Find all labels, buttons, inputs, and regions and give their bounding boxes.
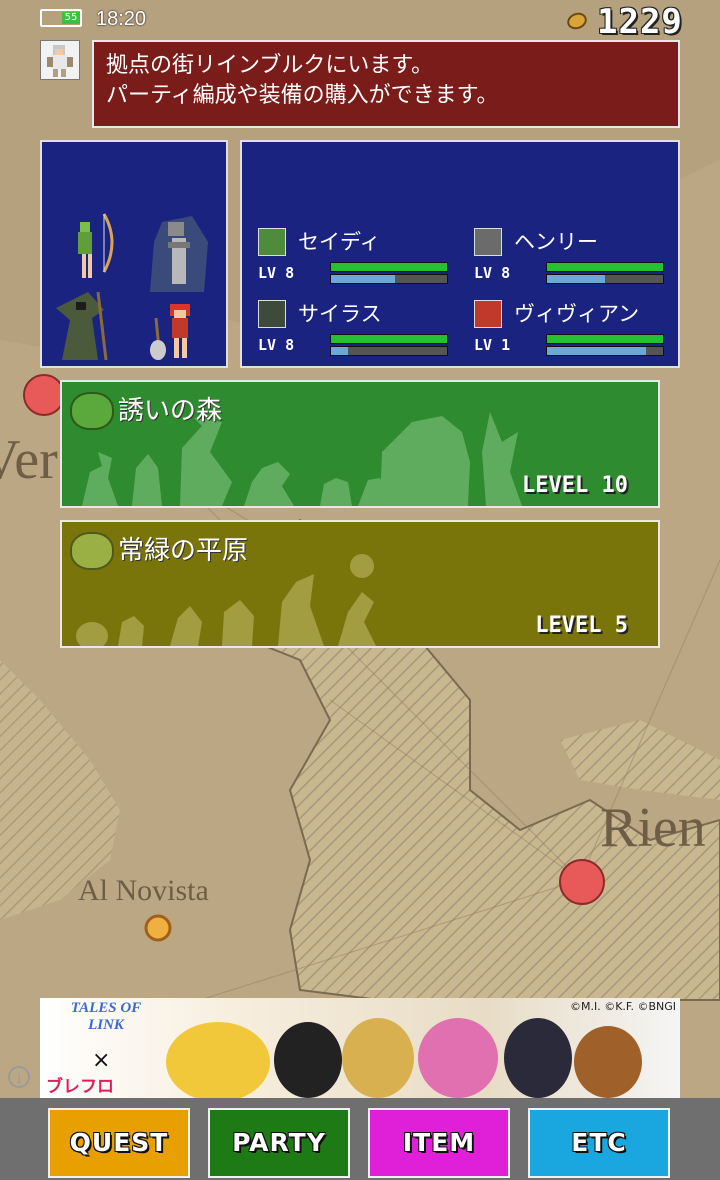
member-portrait-icon <box>258 228 286 256</box>
xp-bar <box>546 274 664 284</box>
party-sprites <box>56 213 208 361</box>
member-level: LV 8 <box>474 264 511 282</box>
party-member[interactable]: サイラス LV 8 <box>242 296 448 366</box>
status-time: 18:20 <box>96 8 147 30</box>
xp-bar <box>330 274 448 284</box>
message-line-2: パーティ編成や装備の購入ができます。 <box>106 83 499 108</box>
member-name: セイディ <box>298 230 381 254</box>
member-portrait-icon <box>258 300 286 328</box>
xp-bar <box>546 346 664 356</box>
etc-button[interactable]: ETC <box>528 1108 670 1178</box>
party-member[interactable]: セイディ LV 8 <box>242 224 448 294</box>
hp-bar <box>546 334 664 344</box>
knight-sprite-icon <box>150 216 208 292</box>
hp-bar <box>330 334 448 344</box>
warrior-sprite-icon <box>150 304 190 361</box>
party-member[interactable]: ヴィヴィアン LV 1 <box>458 296 664 366</box>
ad-characters-illustration <box>166 1018 642 1098</box>
battery-level: 55 <box>62 12 80 24</box>
quest-level: LEVEL 5 <box>535 613 628 638</box>
party-members-panel[interactable]: セイディ LV 8 ヘンリー LV 8 サイラス LV 8 ヴィヴィアン LV 1 <box>240 140 680 368</box>
member-portrait-icon <box>474 228 502 256</box>
member-level: LV 1 <box>474 336 511 354</box>
ad-logo: TALES OF LINK <box>70 1000 142 1033</box>
member-level: LV 8 <box>258 264 295 282</box>
map-label-al-novista: Al Novista <box>78 874 209 907</box>
message-line-1: 拠点の街リインブルクにいます。 <box>106 53 434 78</box>
ad-partner: ブレフロ <box>46 1077 114 1097</box>
guide-avatar[interactable] <box>40 40 80 80</box>
xp-bar <box>330 346 448 356</box>
member-name: サイラス <box>298 302 382 326</box>
quest-level: LEVEL 10 <box>522 473 628 498</box>
ad-cross: × <box>92 1048 111 1073</box>
quest-card-forest[interactable]: 誘いの森 LEVEL 10 <box>60 380 660 508</box>
archer-sprite-icon <box>78 213 114 278</box>
ad-banner[interactable]: TALES OF LINK × ブレフロ ©M.I. ©K.F. ©BNGI <box>40 998 680 1098</box>
quest-name: 常緑の平原 <box>118 536 249 566</box>
message-box: 拠点の街リインブルクにいます。 パーティ編成や装備の購入ができます。 <box>92 40 680 128</box>
ad-copyright: ©M.I. ©K.F. ©BNGI <box>569 1000 676 1013</box>
party-button[interactable]: PARTY <box>208 1108 350 1178</box>
party-member[interactable]: ヘンリー LV 8 <box>458 224 664 294</box>
party-sprites-panel[interactable] <box>40 140 228 368</box>
member-portrait-icon <box>474 300 502 328</box>
mage-sprite-icon <box>56 291 108 361</box>
member-level: LV 8 <box>258 336 295 354</box>
battery-icon: 55 <box>40 9 82 27</box>
hp-bar <box>546 262 664 272</box>
hp-bar <box>330 262 448 272</box>
ad-info-icon[interactable]: i <box>8 1066 30 1088</box>
member-name: ヴィヴィアン <box>514 302 640 326</box>
quest-card-plains[interactable]: 常緑の平原 LEVEL 5 <box>60 520 660 648</box>
quest-name: 誘いの森 <box>118 396 223 426</box>
item-button[interactable]: ITEM <box>368 1108 510 1178</box>
member-name: ヘンリー <box>514 230 598 254</box>
grass-field-icon <box>70 532 114 570</box>
coin-count: 1229 <box>597 2 683 42</box>
dragon-icon <box>70 392 114 430</box>
quest-button[interactable]: QUEST <box>48 1108 190 1178</box>
map-label-rien: Rien <box>600 797 706 859</box>
map-label-ver: Ver <box>0 429 58 491</box>
guide-sprite-icon <box>47 45 73 77</box>
